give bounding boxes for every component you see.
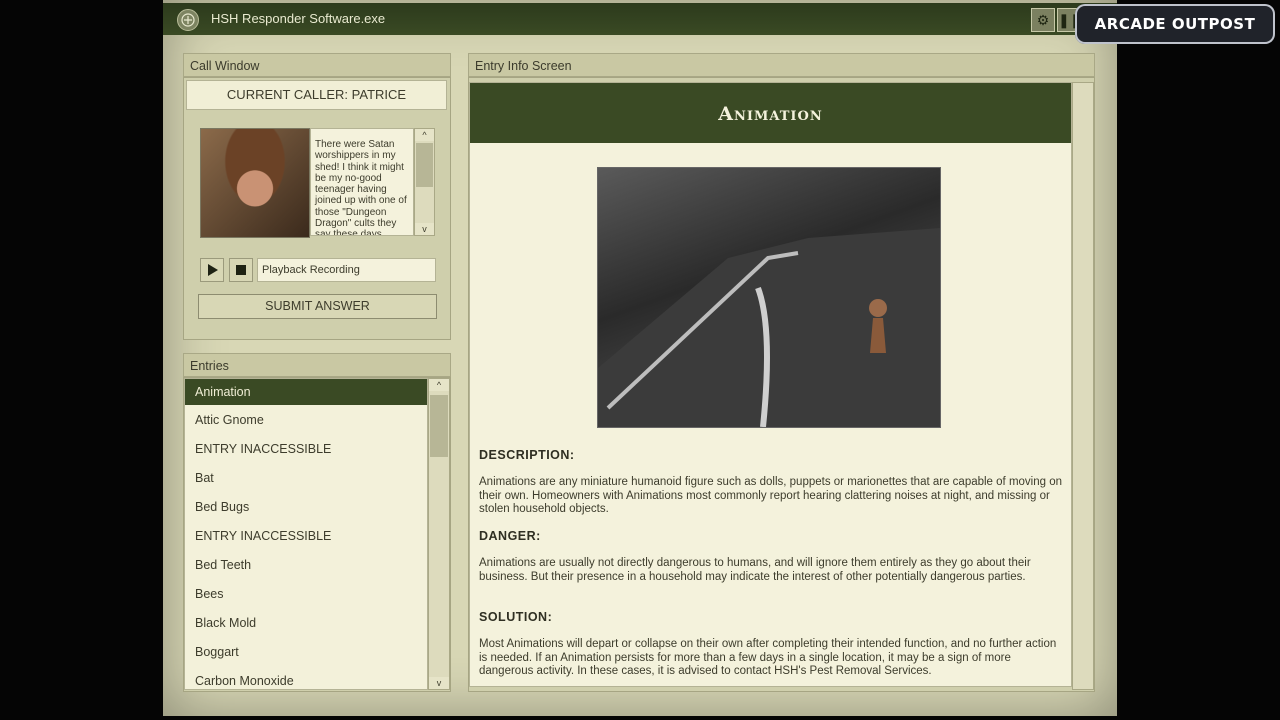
transcript-scrollbar[interactable]: ^ v (414, 128, 435, 236)
call-window-header: Call Window (183, 53, 451, 77)
gear-icon[interactable]: ⚙ (1031, 8, 1055, 32)
entries-scrollbar[interactable]: ^ v (428, 378, 450, 690)
playback-recording-field: Playback Recording (257, 258, 436, 282)
stop-icon (236, 265, 246, 275)
caller-transcript: There were Satan worshippers in my shed!… (310, 128, 414, 236)
description-text: Animations are any miniature humanoid fi… (479, 476, 1062, 515)
play-button[interactable] (200, 258, 224, 282)
entry-item-animation[interactable]: Animation (185, 379, 427, 405)
hsh-logo-icon (177, 9, 199, 31)
entry-item-bat[interactable]: Bat (185, 466, 427, 495)
entry-item-bed-teeth[interactable]: Bed Teeth (185, 553, 427, 582)
entry-item-bed-bugs[interactable]: Bed Bugs (185, 495, 427, 524)
danger-text: Animations are usually not directly dang… (479, 557, 1031, 583)
scroll-down-icon[interactable]: v (415, 223, 434, 235)
entry-item-attic-gnome[interactable]: Attic Gnome (185, 408, 427, 437)
play-icon (208, 264, 218, 276)
entry-info-content: Animation DESCRIPTION: Animations are an… (469, 82, 1072, 687)
entries-header: Entries (183, 353, 451, 377)
entry-title: Animation (470, 83, 1071, 143)
scroll-down-icon[interactable]: v (429, 677, 449, 689)
solution-text: Most Animations will depart or collapse … (479, 638, 1057, 677)
current-caller-label: CURRENT CALLER: PATRICE (186, 80, 447, 110)
scroll-up-icon[interactable]: ^ (415, 129, 434, 141)
danger-heading: DANGER: (479, 529, 541, 543)
entry-info-header: Entry Info Screen (468, 53, 1095, 77)
stop-button[interactable] (229, 258, 253, 282)
watermark-logo: ARCADE OUTPOST (1075, 4, 1275, 44)
scroll-thumb[interactable] (430, 395, 448, 457)
entry-info-scrollbar[interactable] (1072, 82, 1094, 690)
description-heading: DESCRIPTION: (479, 448, 575, 462)
entry-item-bees[interactable]: Bees (185, 582, 427, 611)
scroll-up-icon[interactable]: ^ (429, 379, 449, 391)
entry-item-black-mold[interactable]: Black Mold (185, 611, 427, 640)
caller-portrait (200, 128, 310, 238)
entry-item-boggart[interactable]: Boggart (185, 640, 427, 669)
entry-item-carbon-monoxide[interactable]: Carbon Monoxide (185, 669, 427, 689)
scroll-thumb[interactable] (416, 143, 433, 187)
submit-answer-button[interactable]: SUBMIT ANSWER (198, 294, 437, 319)
entry-image (597, 167, 941, 428)
entry-item-inaccessible[interactable]: ENTRY INACCESSIBLE (185, 524, 427, 553)
entries-list: Animation Attic Gnome ENTRY INACCESSIBLE… (184, 378, 428, 690)
entry-item-inaccessible[interactable]: ENTRY INACCESSIBLE (185, 437, 427, 466)
window-title: HSH Responder Software.exe (211, 11, 386, 26)
window-titlebar: HSH Responder Software.exe ⚙ ❚❚ (163, 3, 1117, 35)
solution-heading: SOLUTION: (479, 610, 553, 624)
